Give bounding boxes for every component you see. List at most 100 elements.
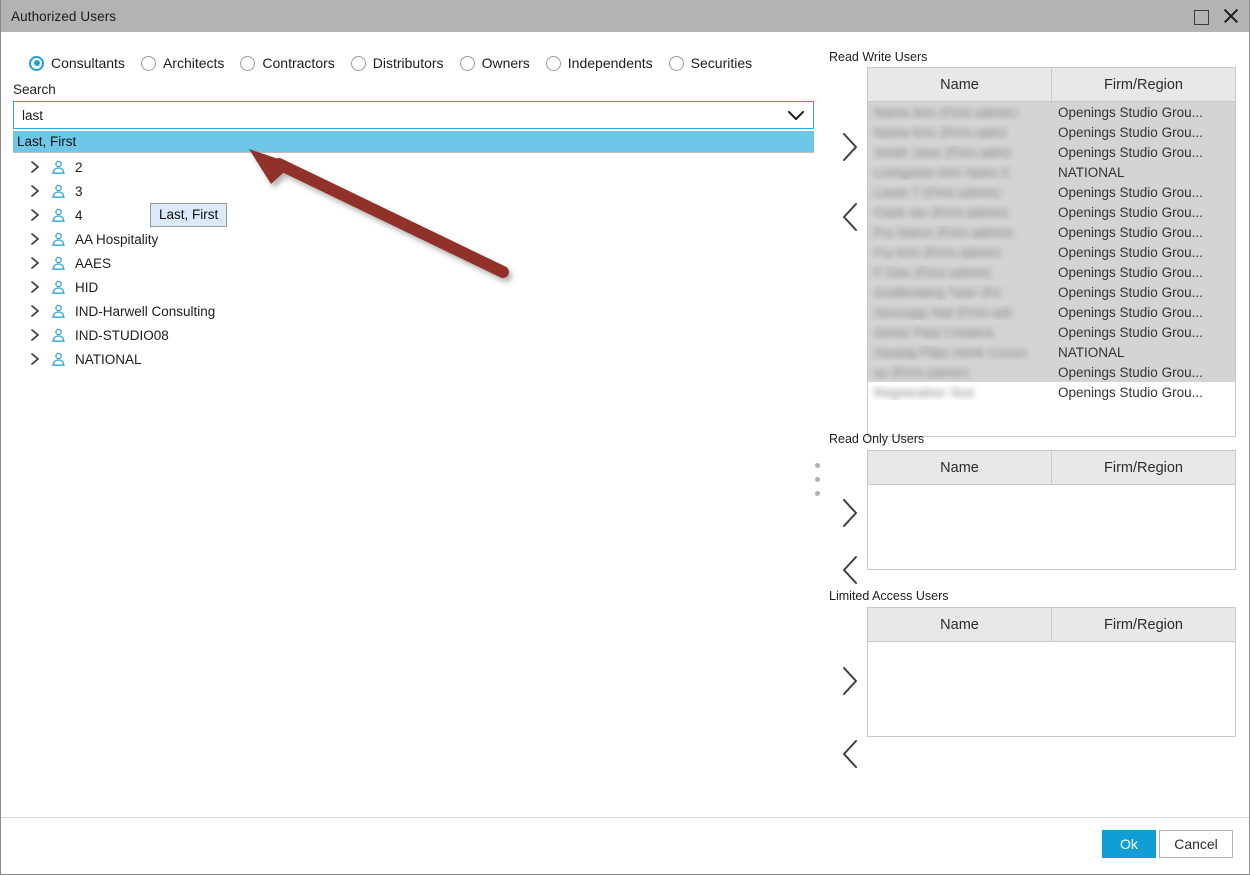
- table-row[interactable]: Name Eric (Firm-adm) Openings Studio Grou…: [868, 122, 1235, 142]
- column-header-firm-region[interactable]: Firm/Region: [1052, 608, 1235, 641]
- cell-firm-region: Openings Studio Grou...: [1058, 364, 1203, 380]
- chevron-right-icon[interactable]: [25, 205, 45, 225]
- radio-option-label: Distributors: [372, 55, 444, 71]
- tooltip: Last, First: [150, 203, 228, 227]
- radio-option-architects[interactable]: Architects: [140, 55, 224, 71]
- radio-mark-icon[interactable]: [240, 55, 256, 71]
- remove-from-limited-access-button[interactable]: [833, 737, 867, 771]
- table-row[interactable]: ay (Firm-admin) Openings Studio Grou...: [868, 362, 1235, 382]
- column-header-name[interactable]: Name: [868, 68, 1052, 101]
- radio-mark-icon[interactable]: [545, 55, 561, 71]
- table-row[interactable]: Livingston Kim Open C NATIONAL: [868, 162, 1235, 182]
- cell-firm-region: Openings Studio Grou...: [1058, 104, 1203, 120]
- read-write-users-label: Read Write Users: [829, 50, 928, 64]
- cell-name: Gennagy Nat (Firm-ad): [868, 305, 1052, 320]
- search-suggestion-item[interactable]: Last, First: [13, 131, 814, 153]
- redacted-name: Livingston Kim Open C: [874, 164, 1012, 180]
- chevron-right-icon[interactable]: [25, 325, 45, 345]
- tree-item[interactable]: 3: [13, 179, 814, 203]
- add-to-limited-access-button[interactable]: [833, 664, 867, 698]
- tree-item-label: 3: [75, 183, 83, 199]
- cell-firm-region: Openings Studio Grou...: [1058, 204, 1203, 220]
- remove-from-read-only-button[interactable]: [833, 553, 867, 587]
- cell-firm-region: Openings Studio Grou...: [1058, 124, 1203, 140]
- table-row[interactable]: Lewis T (Firm-admin) Openings Studio Grou…: [868, 182, 1235, 202]
- cancel-button[interactable]: Cancel: [1159, 830, 1233, 858]
- tree-item[interactable]: 4: [13, 203, 814, 227]
- table-row[interactable]: Fry Kim (Firm-admin) Openings Studio Grou…: [868, 242, 1235, 262]
- table-row[interactable]: Name Ann (Firm-admin) Openings Studio Gro…: [868, 102, 1235, 122]
- column-header-name[interactable]: Name: [868, 451, 1052, 484]
- table-row[interactable]: Gaspig Pilps Henk Conso NATIONAL: [868, 342, 1235, 362]
- redacted-name: Registration Test: [874, 384, 974, 400]
- tree-item[interactable]: HID: [13, 275, 814, 299]
- redacted-name: Fry Glenn (Firm-admin): [874, 224, 1014, 240]
- radio-mark-icon[interactable]: [668, 55, 684, 71]
- cell-name: Name Eric (Firm-adm): [868, 125, 1052, 140]
- chevron-down-icon[interactable]: [779, 102, 813, 128]
- column-header-firm-region[interactable]: Firm/Region: [1052, 68, 1235, 101]
- chevron-right-icon[interactable]: [25, 253, 45, 273]
- add-to-read-only-button[interactable]: [833, 496, 867, 530]
- radio-option-contractors[interactable]: Contractors: [240, 55, 335, 71]
- table-row[interactable]: Gentz Paul Creative Openings Studio Grou.…: [868, 322, 1235, 342]
- splitter-grip-vertical[interactable]: [815, 463, 820, 496]
- radio-mark-icon[interactable]: [140, 55, 156, 71]
- radio-option-securities[interactable]: Securities: [668, 55, 752, 71]
- redacted-name: Smith Jane (Firm-adm): [874, 144, 1012, 160]
- table-row[interactable]: Smith Jane (Firm-adm) Openings Studio Gro…: [868, 142, 1235, 162]
- tree-item[interactable]: IND-Harwell Consulting: [13, 299, 814, 323]
- tree-item[interactable]: AA Hospitality: [13, 227, 814, 251]
- radio-option-label: Contractors: [262, 55, 335, 71]
- column-header-firm-region[interactable]: Firm/Region: [1052, 451, 1235, 484]
- remove-from-read-write-button[interactable]: [833, 200, 867, 234]
- table-row[interactable]: Fry Glenn (Firm-admin) Openings Studio Gr…: [868, 222, 1235, 242]
- tree-item[interactable]: NATIONAL: [13, 347, 814, 371]
- chevron-right-icon[interactable]: [25, 181, 45, 201]
- chevron-right-icon[interactable]: [25, 277, 45, 297]
- read-only-users-grid[interactable]: Name Firm/Region: [867, 450, 1236, 570]
- limited-access-users-grid[interactable]: Name Firm/Region: [867, 607, 1236, 737]
- chevron-right-icon[interactable]: [25, 157, 45, 177]
- person-icon: [47, 277, 69, 297]
- tree-item[interactable]: 2: [13, 155, 814, 179]
- redacted-name: ay (Firm-admin): [874, 364, 969, 380]
- radio-option-consultants[interactable]: Consultants: [29, 55, 125, 71]
- maximize-icon[interactable]: [1193, 8, 1209, 25]
- user-group-tree: 2 3 4 AA Hospitality AAES HID IND-Harwell Cons…: [13, 155, 814, 371]
- chevron-right-icon[interactable]: [25, 301, 45, 321]
- radio-mark-icon[interactable]: [29, 55, 44, 71]
- person-icon: [47, 205, 69, 225]
- table-row[interactable]: Godfenberg Tyler (Fir Openings Studio Gro…: [868, 282, 1235, 302]
- person-icon: [47, 229, 69, 249]
- radio-mark-icon[interactable]: [350, 55, 366, 71]
- chevron-right-icon[interactable]: [25, 229, 45, 249]
- search-input[interactable]: [14, 102, 779, 128]
- dialog-content: Consultants Architects Contractors Distribu…: [1, 32, 1249, 874]
- cell-name: F Dan (Firm-admin): [868, 265, 1052, 280]
- radio-option-owners[interactable]: Owners: [459, 55, 530, 71]
- cell-name: Godfenberg Tyler (Fir: [868, 285, 1052, 300]
- close-icon[interactable]: [1223, 8, 1239, 24]
- tree-item[interactable]: AAES: [13, 251, 814, 275]
- radio-option-independents[interactable]: Independents: [545, 55, 653, 71]
- add-to-read-write-button[interactable]: [833, 130, 867, 164]
- read-write-users-grid[interactable]: Name Firm/Region Name Ann (Firm-admin) Op…: [867, 67, 1236, 437]
- search-combobox[interactable]: [13, 101, 814, 129]
- table-row[interactable]: F Dan (Firm-admin) Openings Studio Grou..…: [868, 262, 1235, 282]
- table-row[interactable]: Registration Test Openings Studio Grou...: [868, 382, 1235, 402]
- dialog-footer: Ok Cancel: [1, 817, 1249, 874]
- table-row[interactable]: Gennagy Nat (Firm-ad) Openings Studio Gro…: [868, 302, 1235, 322]
- column-header-name[interactable]: Name: [868, 608, 1052, 641]
- cell-firm-region: Openings Studio Grou...: [1058, 184, 1203, 200]
- ok-button[interactable]: Ok: [1102, 830, 1156, 858]
- person-icon: [47, 349, 69, 369]
- radio-mark-icon[interactable]: [459, 55, 475, 71]
- table-row[interactable]: Clark Ian (Firm-admin) Openings Studio Gr…: [868, 202, 1235, 222]
- radio-option-distributors[interactable]: Distributors: [350, 55, 444, 71]
- person-icon: [47, 301, 69, 321]
- cell-firm-region: Openings Studio Grou...: [1058, 384, 1203, 400]
- tree-item[interactable]: IND-STUDIO08: [13, 323, 814, 347]
- chevron-right-icon[interactable]: [25, 349, 45, 369]
- person-icon: [47, 157, 69, 177]
